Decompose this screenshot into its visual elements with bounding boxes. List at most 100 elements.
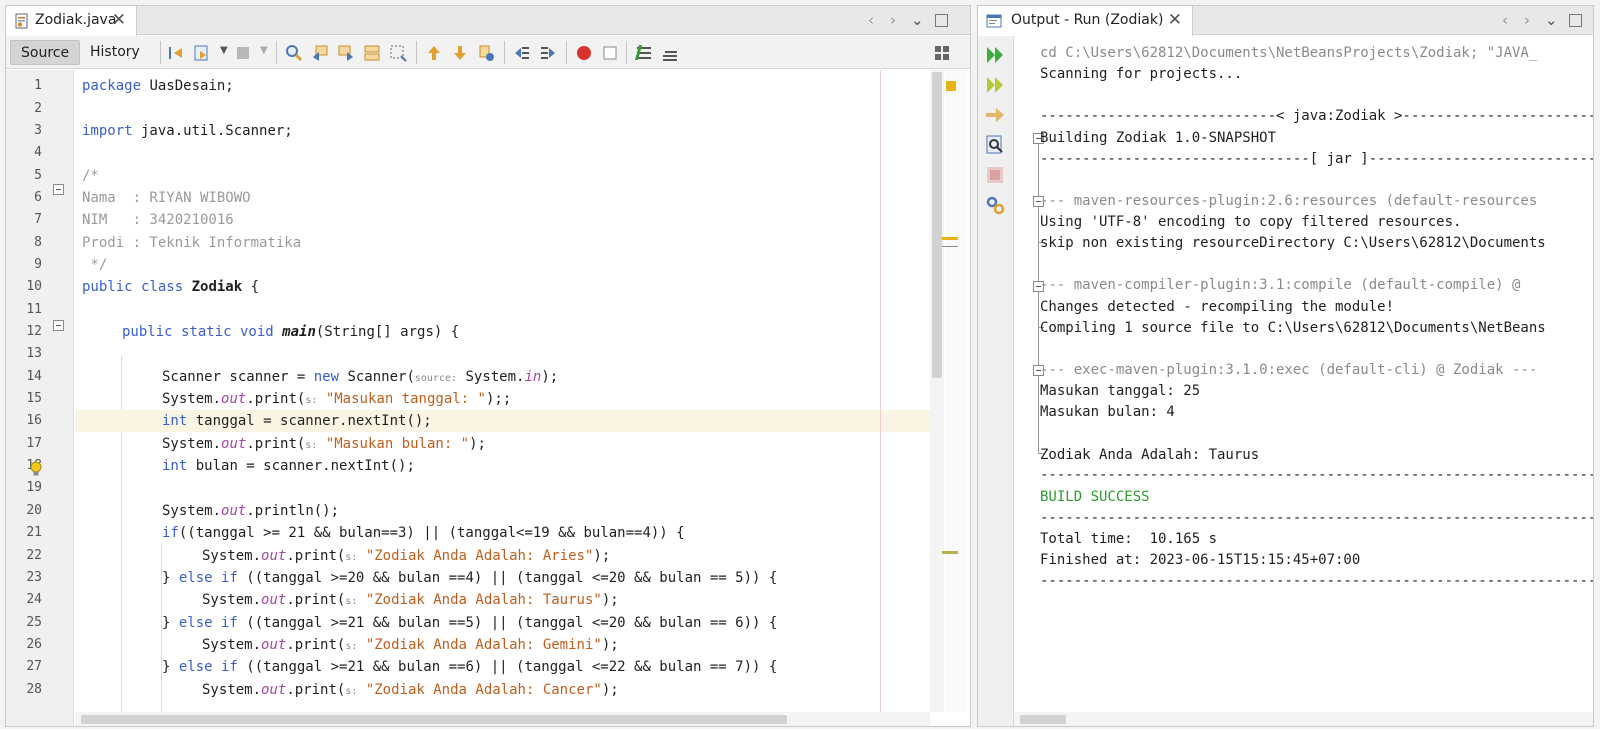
line-number: 2 [34, 101, 42, 116]
output-line-compiler: --- maven-compiler-plugin:3.1:compile (d… [1040, 277, 1521, 293]
shift-right-icon[interactable] [538, 43, 558, 63]
line-number: 8 [34, 235, 42, 250]
editor-vertical-scrollbar[interactable] [930, 70, 944, 712]
chevron-left-icon[interactable]: ‹ [868, 11, 874, 29]
line-number: 26 [26, 637, 42, 652]
rerun-icon[interactable] [984, 44, 1006, 66]
tab-zodiak-java[interactable]: Zodiak.java ✕ [6, 6, 137, 36]
find-next-icon[interactable] [336, 43, 356, 63]
fold-tree-line [1038, 143, 1039, 454]
continue-icon[interactable] [984, 104, 1006, 126]
output-line-cmd: cd C:\Users\62812\Documents\NetBeansProj… [1040, 45, 1538, 61]
editor-horizontal-scrollbar[interactable] [75, 712, 930, 726]
fold-toggle-icon[interactable] [53, 184, 64, 195]
output-line-finished: Finished at: 2023-06-15T15:15:45+07:00 [1040, 552, 1361, 568]
bookmark-toggle-icon[interactable] [476, 43, 496, 63]
stop-icon[interactable] [984, 164, 1006, 186]
chevron-right-icon[interactable]: › [890, 11, 896, 29]
chevron-down-icon[interactable]: ⌄ [911, 11, 924, 29]
tab-output-run[interactable]: Output - Run (Zodiak) ✕ [978, 6, 1193, 36]
back-icon[interactable] [166, 43, 186, 63]
split-icon[interactable] [932, 43, 952, 63]
output-line-compiling: Compiling 1 source file to C:\Users\6281… [1040, 320, 1546, 336]
line-number: 28 [26, 682, 42, 697]
line-number: 7 [34, 212, 42, 227]
line-number: 16 [26, 413, 42, 428]
editor-panel: Zodiak.java ✕ ‹ › ⌄ Source History ▼ ▼ 1… [5, 5, 971, 727]
lightbulb-icon[interactable] [28, 461, 44, 477]
build-success-label: BUILD SUCCESS [1040, 489, 1150, 505]
chevron-right-icon[interactable]: › [1524, 11, 1530, 29]
occurrence-marker-icon[interactable] [942, 551, 958, 554]
line-number-gutter: 1234567891011121314151617181920212223242… [6, 70, 74, 726]
stop-macro-icon[interactable] [600, 43, 620, 63]
output-line-separator: ----------------------------< java:Zodia… [1040, 108, 1594, 124]
code-line-24: System.out.print(s: "Zodiak Anda Adalah:… [202, 592, 619, 608]
line-number: 19 [26, 480, 42, 495]
line-number: 21 [26, 525, 42, 540]
editor-tab-bar: Zodiak.java ✕ ‹ › ⌄ [6, 6, 970, 36]
shift-left-icon[interactable] [512, 43, 532, 63]
code-line-10: public class Zodiak { [82, 279, 260, 295]
line-number: 3 [34, 123, 42, 138]
maximize-icon[interactable] [1569, 14, 1582, 27]
line-number: 23 [26, 570, 42, 585]
forward-icon[interactable] [192, 43, 212, 63]
code-line-9: */ [82, 257, 108, 273]
inspect-icon[interactable] [984, 134, 1006, 156]
toolbar-separator [566, 41, 567, 64]
output-console[interactable]: cd C:\Users\62812\Documents\NetBeansProj… [1014, 36, 1594, 712]
line-number: 14 [26, 369, 42, 384]
scroll-thumb[interactable] [1020, 715, 1066, 724]
history-button[interactable]: History [80, 40, 150, 65]
scroll-thumb[interactable] [81, 715, 787, 724]
output-horizontal-scrollbar[interactable] [1014, 712, 1593, 726]
line-number: 25 [26, 615, 42, 630]
fold-toggle-icon[interactable] [53, 320, 64, 331]
code-line-12: public static void main(String[] args) { [122, 324, 460, 340]
last-edit-icon[interactable] [234, 43, 254, 63]
comment-icon[interactable] [634, 43, 654, 63]
close-icon[interactable]: ✕ [1168, 10, 1182, 30]
line-number: 27 [26, 659, 42, 674]
maximize-icon[interactable] [935, 14, 948, 27]
chevron-down-icon[interactable]: ⌄ [1545, 11, 1558, 29]
rerun-with-options-icon[interactable] [984, 74, 1006, 96]
code-line-18: int bulan = scanner.nextInt(); [162, 458, 415, 474]
code-line-6: Nama : RIYAN WIBOWO [82, 190, 251, 206]
scroll-thumb[interactable] [932, 72, 942, 378]
toolbar-separator [276, 41, 277, 64]
search-icon[interactable] [284, 43, 304, 63]
select-icon[interactable] [388, 43, 408, 63]
code-editor[interactable]: package UasDesain; import java.util.Scan… [75, 70, 937, 712]
code-line-7: NIM : 3420210016 [82, 212, 234, 228]
find-prev-icon[interactable] [310, 43, 330, 63]
output-window-icon [986, 14, 1002, 28]
settings-icon[interactable] [984, 194, 1006, 216]
code-line-14: Scanner scanner = new Scanner(source: Sy… [162, 369, 559, 385]
error-stripe[interactable] [942, 70, 966, 712]
dropdown-arrow-icon[interactable]: ▼ [260, 45, 268, 56]
toolbar-separator [504, 41, 505, 64]
bookmark-next-icon[interactable] [450, 43, 470, 63]
output-line-resources: --- maven-resources-plugin:2.6:resources… [1040, 193, 1538, 209]
code-line-25: } else if ((tanggal >=21 && bulan ==5) |… [162, 615, 778, 631]
close-icon[interactable]: ✕ [112, 10, 126, 30]
uncomment-icon[interactable] [660, 43, 680, 63]
dropdown-arrow-icon[interactable]: ▼ [220, 45, 228, 56]
source-button[interactable]: Source [10, 40, 81, 65]
chevron-left-icon[interactable]: ‹ [1502, 11, 1508, 29]
output-line-scanning: Scanning for projects... [1040, 66, 1243, 82]
record-macro-icon[interactable] [574, 43, 594, 63]
warning-marker-icon[interactable] [946, 81, 956, 91]
bookmark-prev-icon[interactable] [424, 43, 444, 63]
line-number: 17 [26, 436, 42, 451]
toggle-highlight-icon[interactable] [362, 43, 382, 63]
warning-marker-icon[interactable] [942, 237, 958, 240]
code-line-8: Prodi : Teknik Informatika [82, 235, 302, 251]
code-line-28: System.out.print(s: "Zodiak Anda Adalah:… [202, 682, 619, 698]
code-line-27: } else if ((tanggal >=21 && bulan ==6) |… [162, 659, 778, 675]
code-line-22: System.out.print(s: "Zodiak Anda Adalah:… [202, 548, 611, 564]
output-line-result: Zodiak Anda Adalah: Taurus [1040, 447, 1260, 463]
output-line-skip: skip non existing resourceDirectory C:\U… [1040, 235, 1546, 251]
